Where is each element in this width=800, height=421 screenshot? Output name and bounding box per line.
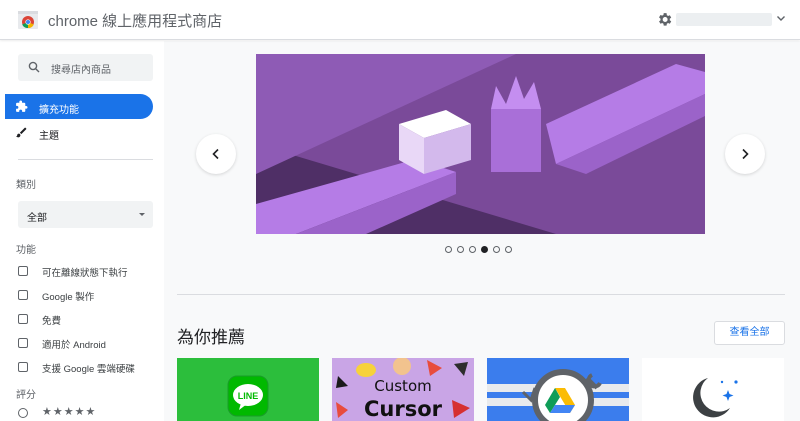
- carousel-dot[interactable]: [505, 246, 512, 253]
- extension-card-custom-cursor[interactable]: Custom Cursor: [332, 358, 474, 421]
- account-email[interactable]: [676, 13, 772, 26]
- rating-heading: 評分: [16, 390, 36, 401]
- checkbox[interactable]: [18, 290, 28, 300]
- carousel-next-button[interactable]: [725, 134, 765, 174]
- recommended-heading: 為你推薦: [177, 328, 245, 347]
- line-logo-icon: LINE: [227, 375, 269, 417]
- category-select-value: 全部: [27, 213, 47, 224]
- nav-extensions[interactable]: 擴充功能: [5, 94, 153, 119]
- moon-icon: [642, 358, 784, 421]
- carousel-dot[interactable]: [493, 246, 500, 253]
- view-all-button[interactable]: 查看全部: [714, 321, 785, 345]
- radio-button[interactable]: [18, 408, 28, 418]
- feature-label: 可在離線狀態下執行: [42, 268, 128, 279]
- feature-offline[interactable]: 可在離線狀態下執行: [16, 265, 164, 279]
- nav-extensions-label: 擴充功能: [39, 105, 79, 116]
- sidebar: 搜尋店內商品 擴充功能 主題 類別 全部 功能 可在離線狀態下執行 Google…: [0, 41, 164, 421]
- feature-android[interactable]: 適用於 Android: [16, 337, 164, 351]
- carousel-indicators: [445, 246, 515, 254]
- custom-cursor-art: Custom Cursor: [332, 358, 474, 421]
- category-select[interactable]: 全部: [18, 201, 153, 228]
- carousel-prev-button[interactable]: [196, 134, 236, 174]
- carousel-dot[interactable]: [457, 246, 464, 253]
- feature-label: 支援 Google 雲端硬碟: [42, 364, 135, 375]
- section-divider: [177, 294, 785, 295]
- extension-card-night-mode[interactable]: [642, 358, 784, 421]
- chevron-left-icon: [212, 148, 219, 160]
- carousel-dot-active[interactable]: [481, 246, 488, 253]
- carousel-dot[interactable]: [469, 246, 476, 253]
- feature-free[interactable]: 免費: [16, 313, 164, 327]
- extension-card-line[interactable]: LINE: [177, 358, 319, 421]
- feature-by-google[interactable]: Google 製作: [16, 289, 164, 303]
- checkbox[interactable]: [18, 362, 28, 372]
- feature-drive[interactable]: 支援 Google 雲端硬碟: [16, 361, 164, 375]
- feature-label: Google 製作: [42, 292, 95, 303]
- carousel-dot[interactable]: [445, 246, 452, 253]
- nav-themes[interactable]: 主題: [5, 120, 153, 145]
- rating-filter-5[interactable]: ★★★★★: [16, 406, 164, 420]
- featured-banner[interactable]: [256, 54, 705, 234]
- gear-icon[interactable]: [656, 11, 673, 28]
- feature-label: 適用於 Android: [42, 340, 106, 351]
- checkbox[interactable]: [18, 266, 28, 276]
- features-heading: 功能: [16, 245, 36, 256]
- line-logo-text: LINE: [238, 391, 259, 401]
- puzzle-icon: [16, 100, 28, 112]
- sidebar-divider: [18, 159, 153, 160]
- search-input[interactable]: 搜尋店內商品: [18, 54, 153, 81]
- star-rating-icon: ★★★★★: [42, 406, 97, 418]
- checkbox[interactable]: [18, 338, 28, 348]
- category-heading: 類別: [16, 180, 36, 191]
- drive-extension-art: [487, 358, 629, 421]
- custom-cursor-line2: Cursor: [364, 397, 443, 421]
- chevron-right-icon: [742, 148, 749, 160]
- chevron-down-icon[interactable]: [775, 12, 787, 24]
- search-placeholder: 搜尋店內商品: [51, 65, 111, 76]
- nav-themes-label: 主題: [39, 131, 59, 142]
- top-bar: chrome 線上應用程式商店: [0, 0, 800, 40]
- caret-down-icon: [139, 213, 145, 216]
- chrome-web-store-icon[interactable]: [17, 9, 39, 31]
- custom-cursor-line1: Custom: [374, 377, 431, 395]
- feature-label: 免費: [42, 316, 62, 327]
- brush-icon: [16, 127, 27, 138]
- main-content: 為你推薦 查看全部 LINE Custom Cursor: [164, 41, 800, 421]
- extension-card-drive[interactable]: [487, 358, 629, 421]
- search-icon: [28, 61, 40, 73]
- app-title[interactable]: chrome 線上應用程式商店: [48, 10, 222, 31]
- checkbox[interactable]: [18, 314, 28, 324]
